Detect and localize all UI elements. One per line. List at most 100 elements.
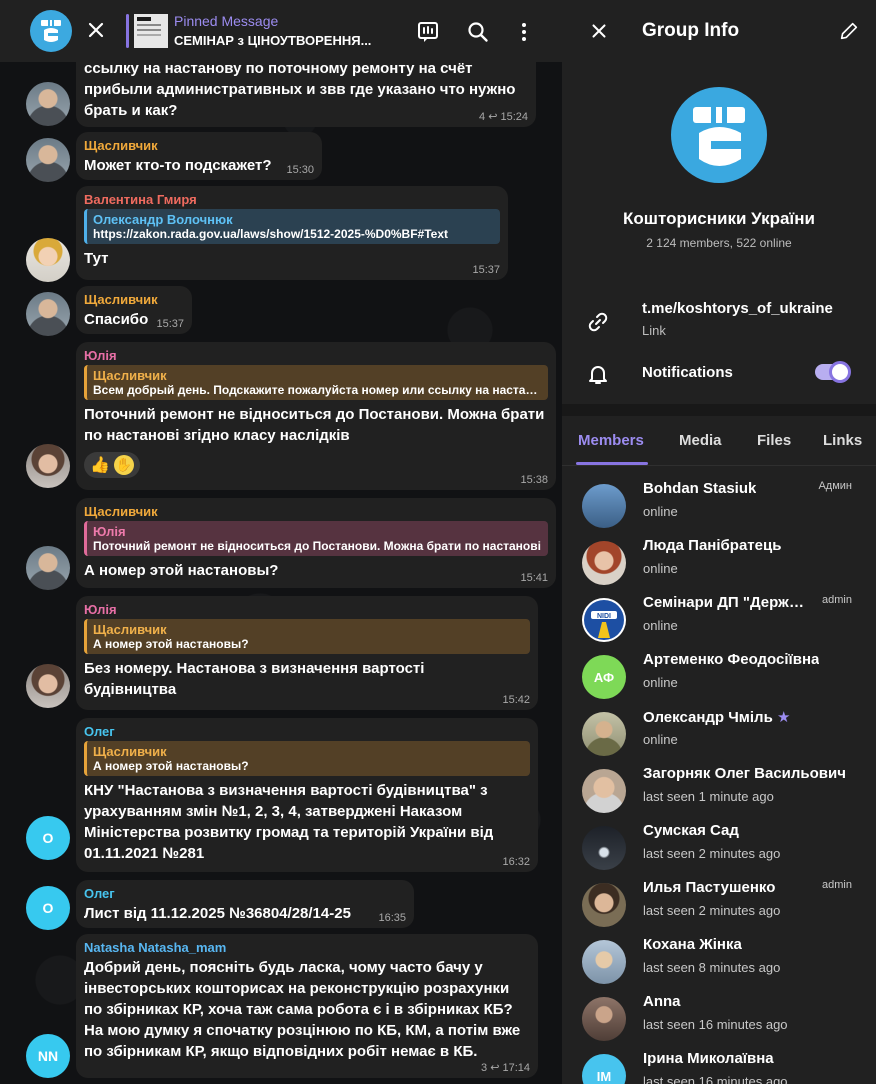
edit-pencil-icon[interactable] — [838, 20, 860, 42]
group-member-count: 2 124 members, 522 online — [646, 236, 792, 250]
section-divider — [562, 404, 876, 416]
message-bubble[interactable]: Щасливчик Юлія Поточний ремонт не віднос… — [76, 498, 556, 588]
message-bubble[interactable]: Олег Лист від 11.12.2025 №36804/28/14-25… — [76, 880, 414, 928]
message-bubble[interactable]: Щасливчик Спасибо 15:37 — [76, 286, 192, 334]
chat-header: Pinned Message СЕМІНАР з ЦІНОУТВОРЕННЯ..… — [0, 0, 562, 62]
close-icon[interactable] — [588, 20, 610, 42]
tab-media[interactable]: Media — [679, 432, 722, 449]
member-avatar — [582, 940, 626, 984]
more-vertical-icon[interactable] — [512, 20, 536, 44]
sender-avatar[interactable] — [26, 82, 70, 126]
sender-name[interactable]: Юлія — [84, 602, 530, 617]
message-bubble[interactable]: Юлія Щасливчик Всем добрый день. Подскаж… — [76, 342, 556, 490]
reply-count: 3 — [481, 1062, 488, 1074]
notifications-toggle[interactable] — [815, 361, 851, 383]
member-avatar — [582, 997, 626, 1041]
message-bubble[interactable]: Олег Щасливчик А номер этой настановы? К… — [76, 718, 538, 872]
pinned-indicator — [126, 14, 129, 48]
reply-quote[interactable]: Олександр Волочнюк https://zakon.rada.go… — [84, 209, 500, 244]
reply-quote[interactable]: Щасливчик А номер этой настановы? — [84, 619, 530, 654]
sender-name[interactable]: Олег — [84, 724, 530, 739]
reply-icon: ↩ — [490, 1062, 500, 1074]
reaction-chip[interactable]: 👍 ✋ — [84, 452, 140, 478]
group-avatar[interactable] — [671, 87, 767, 183]
sender-name[interactable]: Олег — [84, 886, 406, 901]
pinned-thumbnail[interactable] — [134, 14, 168, 48]
sender-avatar[interactable] — [26, 664, 70, 708]
member-row[interactable]: IM Ірина Миколаївна last seen 16 minutes… — [562, 1048, 876, 1084]
reply-quote[interactable]: Юлія Поточний ремонт не відноситься до П… — [84, 521, 548, 556]
member-row[interactable]: Anna last seen 16 minutes ago — [562, 991, 876, 1047]
sender-avatar[interactable] — [26, 546, 70, 590]
group-name: Кошторисники України — [623, 209, 815, 228]
sender-name[interactable]: Валентина Гмиря — [84, 192, 500, 207]
reply-quote[interactable]: Щасливчик А номер этой настановы? — [84, 741, 530, 776]
reply-icon: ↩ — [488, 111, 498, 123]
member-tabs: Members Media Files Links — [562, 418, 876, 466]
member-row[interactable]: АФ Артеменко Феодосіївна online — [562, 649, 876, 705]
sender-avatar[interactable] — [26, 292, 70, 336]
sender-avatar[interactable] — [26, 444, 70, 488]
message-bubble[interactable]: Natasha Natasha_mam Добрий день, поясніт… — [76, 934, 538, 1078]
tab-members[interactable]: Members — [578, 432, 644, 449]
pinned-title[interactable]: Pinned Message — [174, 13, 278, 29]
sender-avatar[interactable] — [26, 238, 70, 282]
member-name: Bohdan Stasiuk — [643, 480, 757, 497]
sender-name[interactable]: Юлія — [84, 348, 548, 363]
tab-links[interactable]: Links — [823, 432, 862, 449]
member-status: online — [643, 675, 678, 690]
member-row[interactable]: Загорняк Олег Васильович last seen 1 min… — [562, 763, 876, 819]
sender-name[interactable]: Natasha Natasha_mam — [84, 940, 530, 955]
member-avatar — [582, 883, 626, 927]
message-time: 15:37 — [472, 264, 500, 276]
message-text: Тут — [84, 250, 109, 267]
notifications-label: Notifications — [642, 364, 733, 381]
message-time: 15:41 — [520, 572, 548, 584]
group-link[interactable]: t.me/koshtorys_of_ukraine — [642, 300, 833, 317]
pinned-text[interactable]: СЕМІНАР з ЦІНОУТВОРЕННЯ... — [174, 33, 371, 48]
sender-avatar[interactable]: O — [26, 816, 70, 860]
message-time: 16:35 — [378, 912, 406, 924]
member-row[interactable]: Илья Пастушенко last seen 2 minutes ago … — [562, 877, 876, 933]
group-logo-icon — [41, 18, 61, 42]
sender-name[interactable]: Щасливчик — [84, 292, 184, 307]
member-row[interactable]: Люда Панібратець online — [562, 535, 876, 591]
message-text: Лист від 11.12.2025 №36804/28/14-25 — [84, 905, 351, 922]
close-icon[interactable] — [84, 18, 108, 42]
member-name: Загорняк Олег Васильович — [643, 765, 846, 782]
message-text: Без номеру. Настанова з визначення варто… — [84, 660, 425, 698]
group-logo-icon — [693, 101, 745, 166]
member-row[interactable]: Сумская Сад last seen 2 minutes ago — [562, 820, 876, 876]
group-avatar-small[interactable] — [30, 10, 72, 52]
member-status: last seen 2 minutes ago — [643, 846, 781, 861]
message-bubble[interactable]: Юлія Щасливчик А номер этой настановы? Б… — [76, 596, 538, 710]
reply-quote[interactable]: Щасливчик Всем добрый день. Подскажите п… — [84, 365, 548, 400]
sender-avatar[interactable] — [26, 138, 70, 182]
message-bubble[interactable]: Щасливчик Может кто-то подскажет? 15:30 — [76, 132, 322, 180]
message-text: ссылку на настанову по поточному ремонту… — [84, 60, 516, 119]
discussion-icon[interactable] — [416, 20, 440, 44]
message-time: 17:14 — [502, 1062, 530, 1074]
quote-text: https://zakon.rada.gov.ua/laws/show/1512… — [93, 227, 448, 241]
tab-files[interactable]: Files — [757, 432, 791, 449]
member-row[interactable]: Олександр Чміль ★ online — [562, 706, 876, 762]
sender-name[interactable]: Щасливчик — [84, 138, 314, 153]
sender-avatar[interactable]: O — [26, 886, 70, 930]
member-row[interactable]: Кохана Жінка last seen 8 minutes ago — [562, 934, 876, 990]
member-row[interactable]: Bohdan Stasiuk online Админ — [562, 478, 876, 534]
message-bubble[interactable]: Валентина Гмиря Олександр Волочнюк https… — [76, 186, 508, 280]
sender-avatar[interactable]: NN — [26, 1034, 70, 1078]
quote-author: Щасливчик — [93, 622, 167, 637]
quote-author: Щасливчик — [93, 744, 167, 759]
sender-name[interactable]: Щасливчик — [84, 504, 548, 519]
premium-star-icon: ★ — [776, 709, 791, 726]
member-role: Админ — [818, 480, 852, 492]
member-role: admin — [822, 594, 852, 606]
quote-text: А номер этой настановы? — [93, 759, 249, 773]
member-status: last seen 16 minutes ago — [643, 1017, 788, 1032]
link-icon — [588, 312, 608, 332]
toggle-knob — [829, 361, 851, 383]
quote-author: Олександр Волочнюк — [93, 212, 233, 227]
member-row[interactable]: NIDI Семінари ДП "Державний науково-досл… — [562, 592, 876, 648]
search-icon[interactable] — [466, 20, 490, 44]
